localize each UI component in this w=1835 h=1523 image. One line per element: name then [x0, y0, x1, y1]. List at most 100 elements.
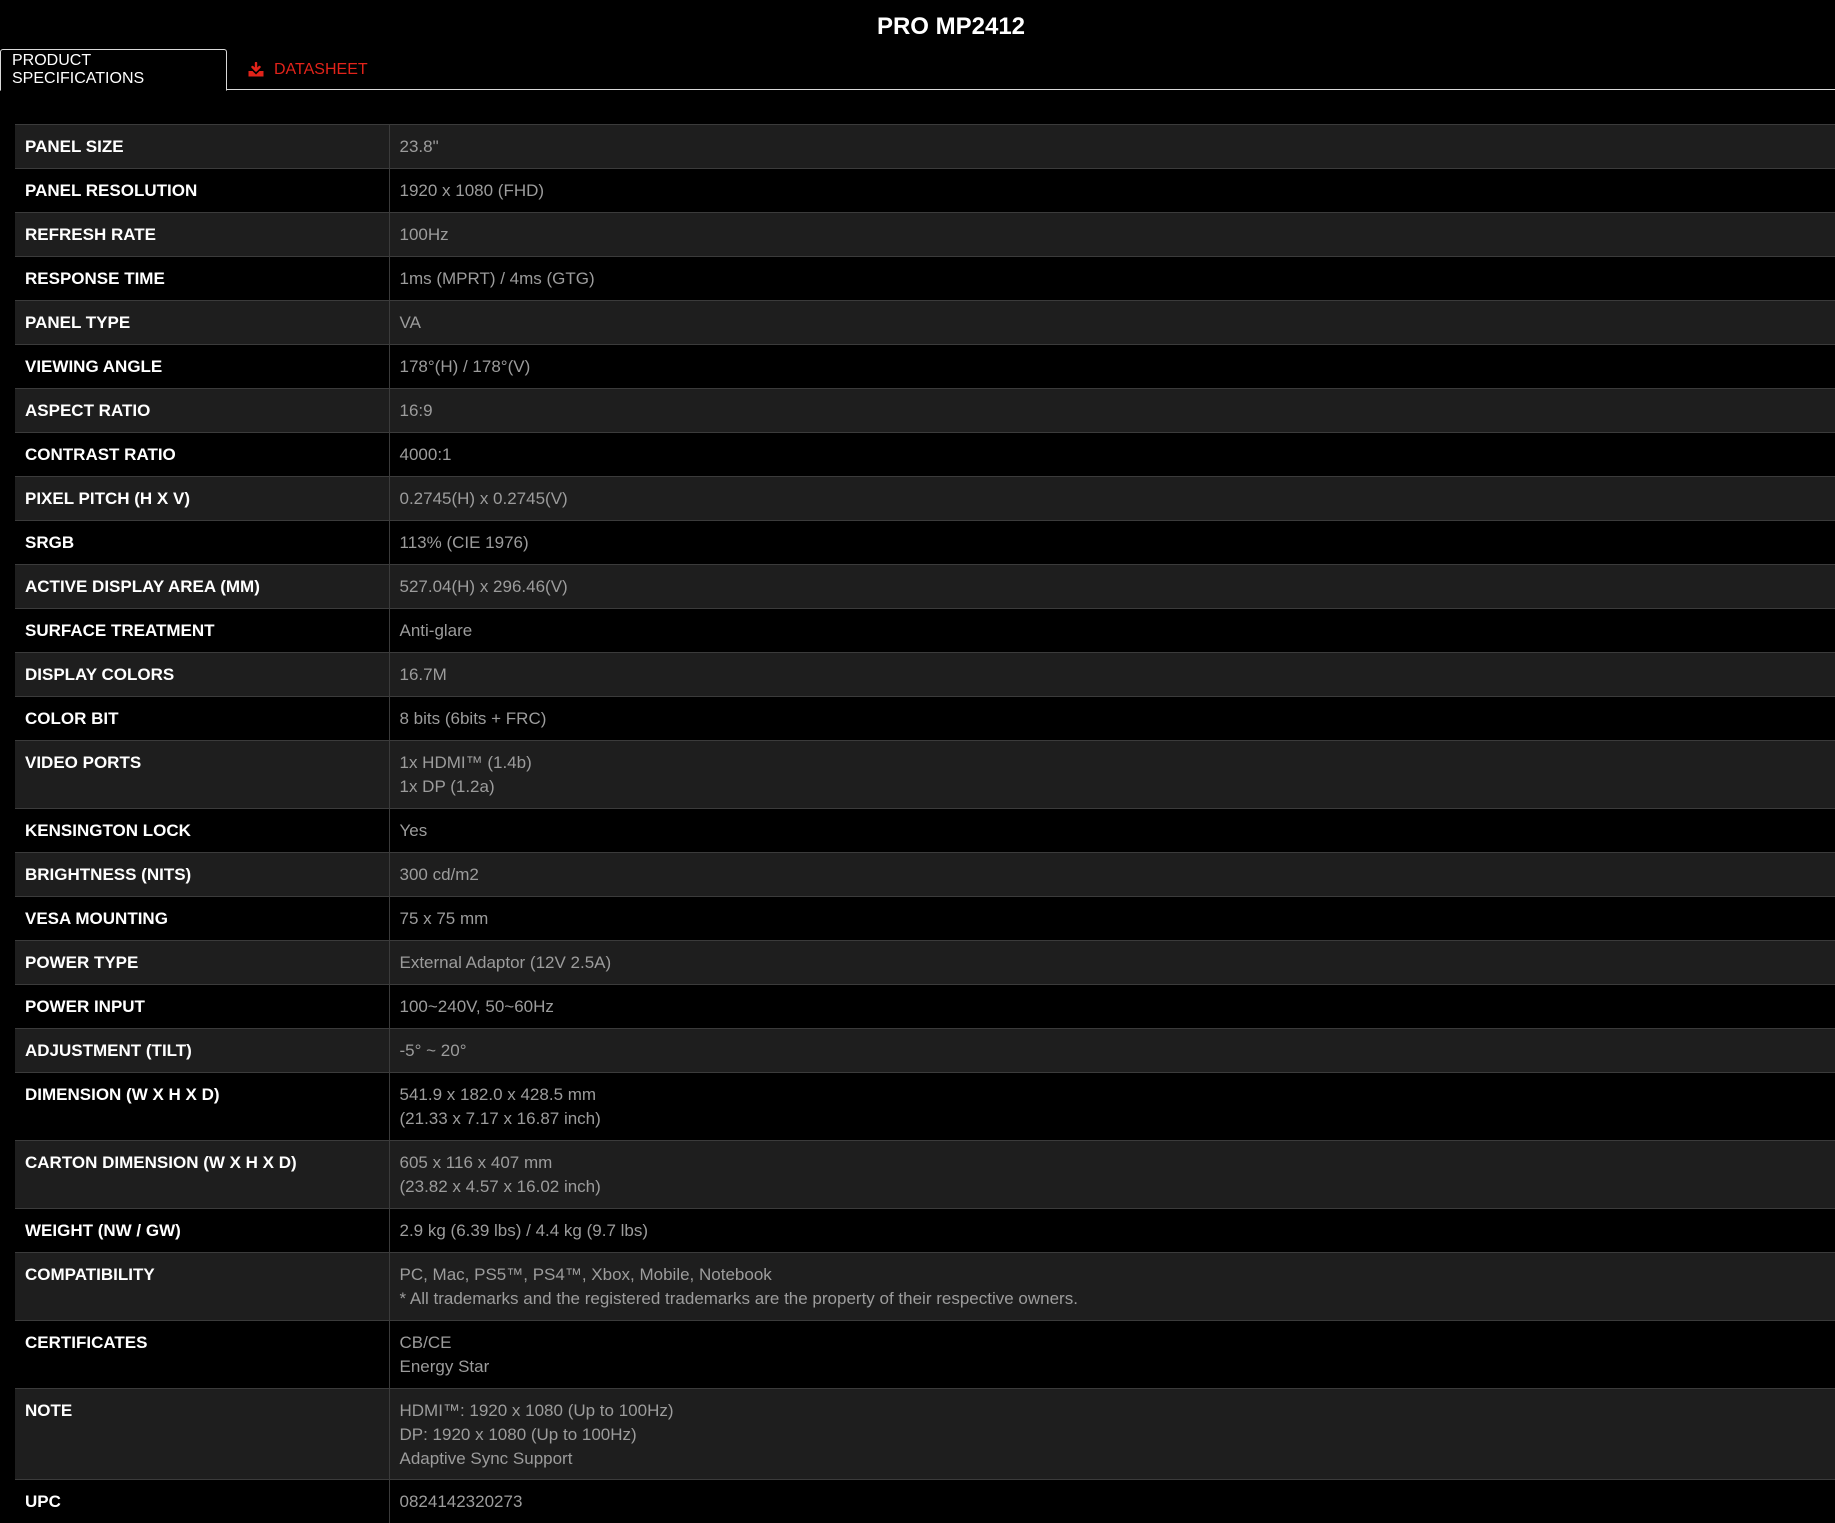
spec-row: DISPLAY COLORS 16.7M — [15, 653, 1835, 697]
spec-row: BRIGHTNESS (NITS) 300 cd/m2 — [15, 853, 1835, 897]
spec-label-text: ASPECT RATIO — [25, 401, 150, 420]
spec-label: KENSINGTON LOCK — [15, 809, 389, 853]
spec-value-line: 16.7M — [400, 663, 1826, 687]
spec-value-line: 75 x 75 mm — [400, 907, 1826, 931]
spec-label-text: ACTIVE DISPLAY AREA (MM) — [25, 577, 260, 596]
spec-row: SURFACE TREATMENT Anti-glare — [15, 609, 1835, 653]
spec-value-line: 0824142320273 — [400, 1490, 1826, 1514]
spec-value-line: 527.04(H) x 296.46(V) — [400, 575, 1826, 599]
spec-value: 113% (CIE 1976) — [389, 521, 1835, 565]
spec-value: 1920 x 1080 (FHD) — [389, 169, 1835, 213]
spec-value-line: 605 x 116 x 407 mm — [400, 1151, 1826, 1175]
spec-label-text: WEIGHT (NW / GW) — [25, 1221, 181, 1240]
spec-value: VA — [389, 301, 1835, 345]
spec-label: CERTIFICATES — [15, 1321, 389, 1389]
spec-value-line: 1x DP (1.2a) — [400, 775, 1826, 799]
spec-label-text: CARTON DIMENSION (W X H X D) — [25, 1153, 297, 1172]
spec-value: 605 x 116 x 407 mm(23.82 x 4.57 x 16.02 … — [389, 1141, 1835, 1209]
spec-row: VIEWING ANGLE178°(H) / 178°(V) — [15, 345, 1835, 389]
spec-row: REFRESH RATE 100Hz — [15, 213, 1835, 257]
spec-row: ASPECT RATIO 16:9 — [15, 389, 1835, 433]
spec-row: POWER TYPE External Adaptor (12V 2.5A) — [15, 941, 1835, 985]
spec-value-line: 1x HDMI™ (1.4b) — [400, 751, 1826, 775]
spec-label-text: KENSINGTON LOCK — [25, 821, 191, 840]
spec-value-line: -5° ~ 20° — [400, 1039, 1826, 1063]
spec-label: ASPECT RATIO — [15, 389, 389, 433]
spec-value: -5° ~ 20° — [389, 1029, 1835, 1073]
spec-row: PANEL RESOLUTION 1920 x 1080 (FHD) — [15, 169, 1835, 213]
spec-value-line: 1920 x 1080 (FHD) — [400, 179, 1826, 203]
tab-product-specifications-label: PRODUCT SPECIFICATIONS — [12, 52, 226, 88]
spec-value: Yes — [389, 809, 1835, 853]
spec-label-text: SURFACE TREATMENT — [25, 621, 215, 640]
spec-row: PANEL SIZE23.8" — [15, 125, 1835, 169]
spec-label: POWER INPUT — [15, 985, 389, 1029]
spec-value: 4000:1 — [389, 433, 1835, 477]
spec-value-line: (21.33 x 7.17 x 16.87 inch) — [400, 1107, 1826, 1131]
spec-value-line: 100Hz — [400, 223, 1826, 247]
spec-value-line: DP: 1920 x 1080 (Up to 100Hz) — [400, 1423, 1826, 1447]
spec-label: SURFACE TREATMENT — [15, 609, 389, 653]
spec-value-line: External Adaptor (12V 2.5A) — [400, 951, 1826, 975]
spec-label-text: POWER INPUT — [25, 997, 145, 1016]
spec-value: 0.2745(H) x 0.2745(V) — [389, 477, 1835, 521]
spec-label: COLOR BIT — [15, 697, 389, 741]
spec-row: NOTEHDMI™: 1920 x 1080 (Up to 100Hz)DP: … — [15, 1389, 1835, 1480]
spec-label: ACTIVE DISPLAY AREA (MM) — [15, 565, 389, 609]
spec-label-text: PANEL RESOLUTION — [25, 181, 197, 200]
spec-value-line: Yes — [400, 819, 1826, 843]
tab-product-specifications[interactable]: PRODUCT SPECIFICATIONS — [0, 49, 227, 91]
spec-value-line: 2.9 kg (6.39 lbs) / 4.4 kg (9.7 lbs) — [400, 1219, 1826, 1243]
spec-row: SRGB 113% (CIE 1976) — [15, 521, 1835, 565]
spec-value-line: 100~240V, 50~60Hz — [400, 995, 1826, 1019]
spec-label: BRIGHTNESS (NITS) — [15, 853, 389, 897]
spec-label: POWER TYPE — [15, 941, 389, 985]
spec-value-line: 541.9 x 182.0 x 428.5 mm — [400, 1083, 1826, 1107]
spec-value-line: 113% (CIE 1976) — [400, 531, 1826, 555]
spec-label-text: BRIGHTNESS (NITS) — [25, 865, 191, 884]
spec-label-text: NOTE — [25, 1401, 72, 1420]
spec-label: WEIGHT (NW / GW) — [15, 1209, 389, 1253]
spec-label: VIDEO PORTS — [15, 741, 389, 809]
spec-value: 178°(H) / 178°(V) — [389, 345, 1835, 389]
spec-label: REFRESH RATE — [15, 213, 389, 257]
spec-row: RESPONSE TIME 1ms (MPRT) / 4ms (GTG) — [15, 257, 1835, 301]
spec-label: RESPONSE TIME — [15, 257, 389, 301]
spec-row: DIMENSION (W X H X D) 541.9 x 182.0 x 428… — [15, 1073, 1835, 1141]
tab-bar: PRODUCT SPECIFICATIONS DATASHEET — [0, 49, 1835, 90]
spec-label-text: SRGB — [25, 533, 74, 552]
spec-row: COLOR BIT8 bits (6bits + FRC) — [15, 697, 1835, 741]
page-title: PRO MP2412 — [0, 10, 1835, 44]
tab-datasheet[interactable]: DATASHEET — [247, 49, 368, 90]
download-icon — [247, 62, 265, 78]
spec-label: UPC — [15, 1480, 389, 1523]
spec-value-line: Anti-glare — [400, 619, 1826, 643]
spec-label: PANEL RESOLUTION — [15, 169, 389, 213]
spec-label-text: PANEL TYPE — [25, 313, 130, 332]
spec-value: CB/CEEnergy Star — [389, 1321, 1835, 1389]
spec-value-line: 1ms (MPRT) / 4ms (GTG) — [400, 267, 1826, 291]
spec-value: 1x HDMI™ (1.4b)1x DP (1.2a) — [389, 741, 1835, 809]
spec-value: 0824142320273 — [389, 1480, 1835, 1523]
spec-value-line: 23.8" — [400, 135, 1826, 159]
spec-value-line: 4000:1 — [400, 443, 1826, 467]
spec-value-line: 16:9 — [400, 399, 1826, 423]
spec-label: CARTON DIMENSION (W X H X D) — [15, 1141, 389, 1209]
spec-label: COMPATIBILITY — [15, 1253, 389, 1321]
spec-value: 16:9 — [389, 389, 1835, 433]
spec-row: POWER INPUT 100~240V, 50~60Hz — [15, 985, 1835, 1029]
spec-value: 300 cd/m2 — [389, 853, 1835, 897]
spec-label-text: COLOR BIT — [25, 709, 119, 728]
spec-row: VIDEO PORTS1x HDMI™ (1.4b)1x DP (1.2a) — [15, 741, 1835, 809]
spec-value: Anti-glare — [389, 609, 1835, 653]
tab-datasheet-label: DATASHEET — [274, 61, 368, 79]
spec-label: DISPLAY COLORS — [15, 653, 389, 697]
spec-label: VESA MOUNTING — [15, 897, 389, 941]
spec-row: PIXEL PITCH (H X V)0.2745(H) x 0.2745(V) — [15, 477, 1835, 521]
spec-table: PANEL SIZE23.8" PANEL RESOLUTION 1920 x 10… — [15, 124, 1835, 1523]
spec-label-text: UPC — [25, 1492, 61, 1511]
spec-value-line: (23.82 x 4.57 x 16.02 inch) — [400, 1175, 1826, 1199]
spec-label-text: DIMENSION (W X H X D) — [25, 1085, 220, 1104]
spec-row: UPC 0824142320273 — [15, 1480, 1835, 1523]
spec-label-text: CERTIFICATES — [25, 1333, 147, 1352]
